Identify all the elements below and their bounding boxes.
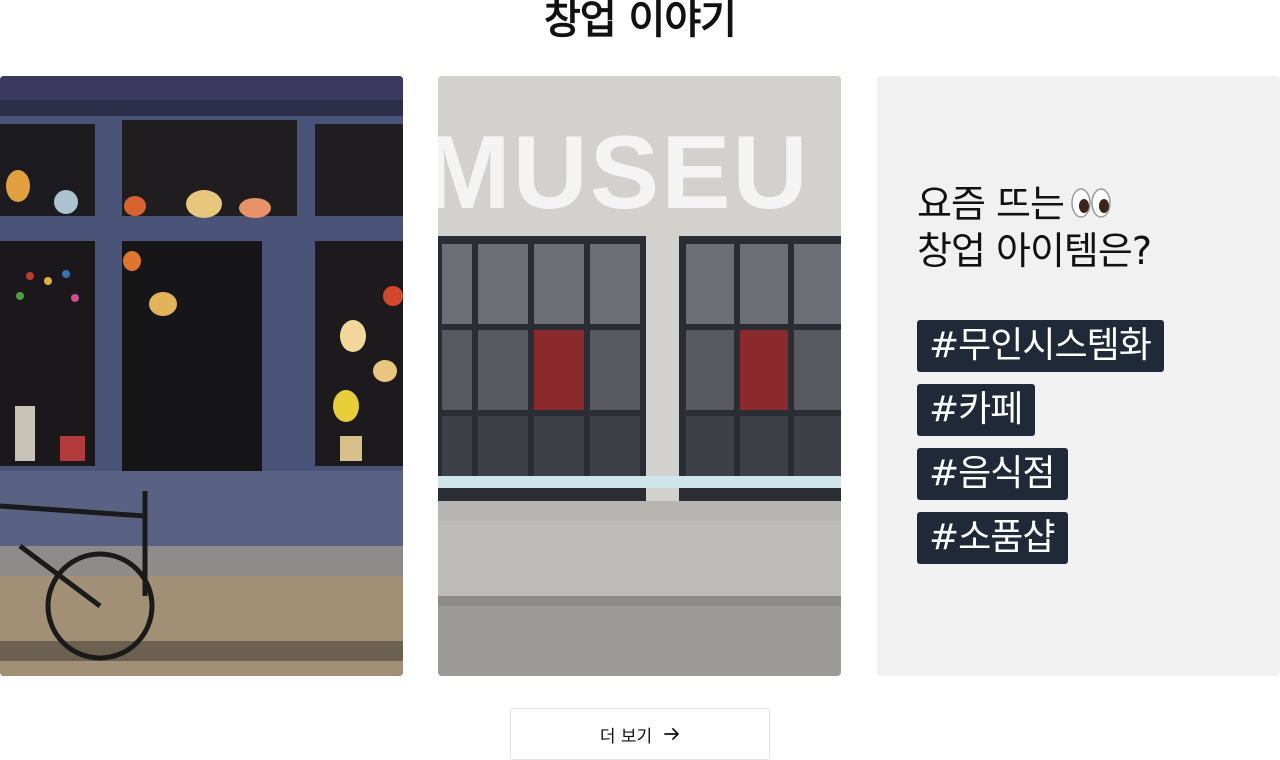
startup-items-promo-card[interactable]: 요즘 뜨는 창업 아이템은? #무인시스템화 #카페 #음식점 #소품샵 [877,76,1280,676]
museum-image: MUSEU [438,76,841,676]
eyes-icon [1070,185,1112,229]
hashtag-list: #무인시스템화 #카페 #음식점 #소품샵 [917,320,1164,576]
more-button[interactable]: 더 보기 [510,708,770,760]
museum-sign-text: MUSEU [438,115,810,231]
museum-photo-card[interactable]: MUSEU [438,76,841,676]
more-button-label: 더 보기 [599,726,653,747]
hashtag-restaurant[interactable]: #음식점 [917,448,1068,500]
storefront-image [0,76,403,676]
promo-heading: 요즘 뜨는 창업 아이템은? [917,182,1152,273]
promo-heading-line2: 창업 아이템은? [917,228,1152,273]
section-title: 창업 이야기 [544,0,737,43]
hashtag-unmanned-system[interactable]: #무인시스템화 [917,320,1164,372]
promo-heading-line1: 요즘 뜨는 [917,182,1065,226]
arrow-right-icon [664,726,680,742]
storefront-photo-card[interactable] [0,76,403,676]
hashtag-prop-shop[interactable]: #소품샵 [917,512,1068,564]
hashtag-cafe[interactable]: #카페 [917,384,1036,436]
